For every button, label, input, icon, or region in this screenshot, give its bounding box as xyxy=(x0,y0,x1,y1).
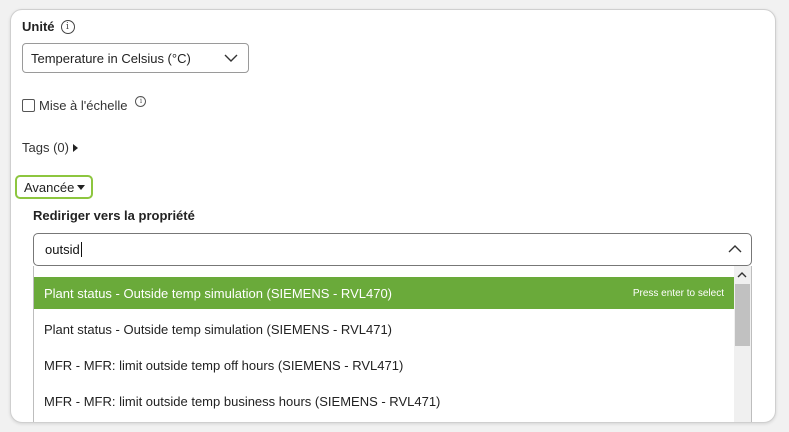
search-input-value: outsid xyxy=(45,242,80,257)
unit-select-value: Temperature in Celsius (°C) xyxy=(31,50,191,66)
dropdown-option[interactable]: MFR - MFR: limit outside temp business h… xyxy=(34,385,734,417)
option-label: MFR - MFR: limit outside temp off hours … xyxy=(44,357,404,373)
dropdown-option[interactable]: Plant status - Outside temp simulation (… xyxy=(34,277,734,309)
chevron-down-icon xyxy=(224,54,238,62)
property-dropdown-list: Plant status - Outside temp simulation (… xyxy=(33,266,752,422)
option-label: Plant status - Outside temp simulation (… xyxy=(44,321,393,337)
dropdown-option[interactable]: MFR - MFR: limit outside temp off hours … xyxy=(34,349,734,381)
info-icon[interactable]: i xyxy=(60,19,75,34)
caret-right-icon xyxy=(72,143,78,152)
scaling-row: Mise à l'échelle i xyxy=(22,96,147,113)
text-caret xyxy=(80,242,82,257)
scroll-up-arrow-icon[interactable] xyxy=(737,271,747,278)
option-label: MFR - MFR: limit outside temp business h… xyxy=(44,393,441,409)
scrollbar-thumb[interactable] xyxy=(735,284,750,346)
scaling-checkbox[interactable] xyxy=(22,99,35,112)
caret-down-icon xyxy=(77,184,86,190)
redirect-label: Rediriger vers la propriété xyxy=(33,208,195,223)
scaling-label[interactable]: Mise à l'échelle xyxy=(39,98,127,113)
property-search-input[interactable]: outsid xyxy=(33,233,752,266)
unit-label: Unité xyxy=(22,19,55,34)
unit-select[interactable]: Temperature in Celsius (°C) xyxy=(22,43,249,73)
tags-label: Tags (0) xyxy=(22,140,69,155)
property-settings-card: Unité i Temperature in Celsius (°C) Mise… xyxy=(10,9,776,423)
select-hint: Press enter to select xyxy=(632,287,724,299)
option-label: Plant status - Outside temp simulation (… xyxy=(44,285,393,301)
dropdown-option[interactable]: Plant status - Outside temp simulation (… xyxy=(34,313,734,345)
unit-label-row: Unité i xyxy=(22,19,75,34)
chevron-up-icon[interactable] xyxy=(728,244,742,254)
info-icon[interactable]: i xyxy=(135,96,147,107)
advanced-toggle[interactable]: Avancée xyxy=(15,175,94,199)
tags-toggle[interactable]: Tags (0) xyxy=(22,140,78,155)
advanced-label: Avancée xyxy=(24,179,75,195)
dropdown-scrollbar[interactable] xyxy=(734,266,751,422)
